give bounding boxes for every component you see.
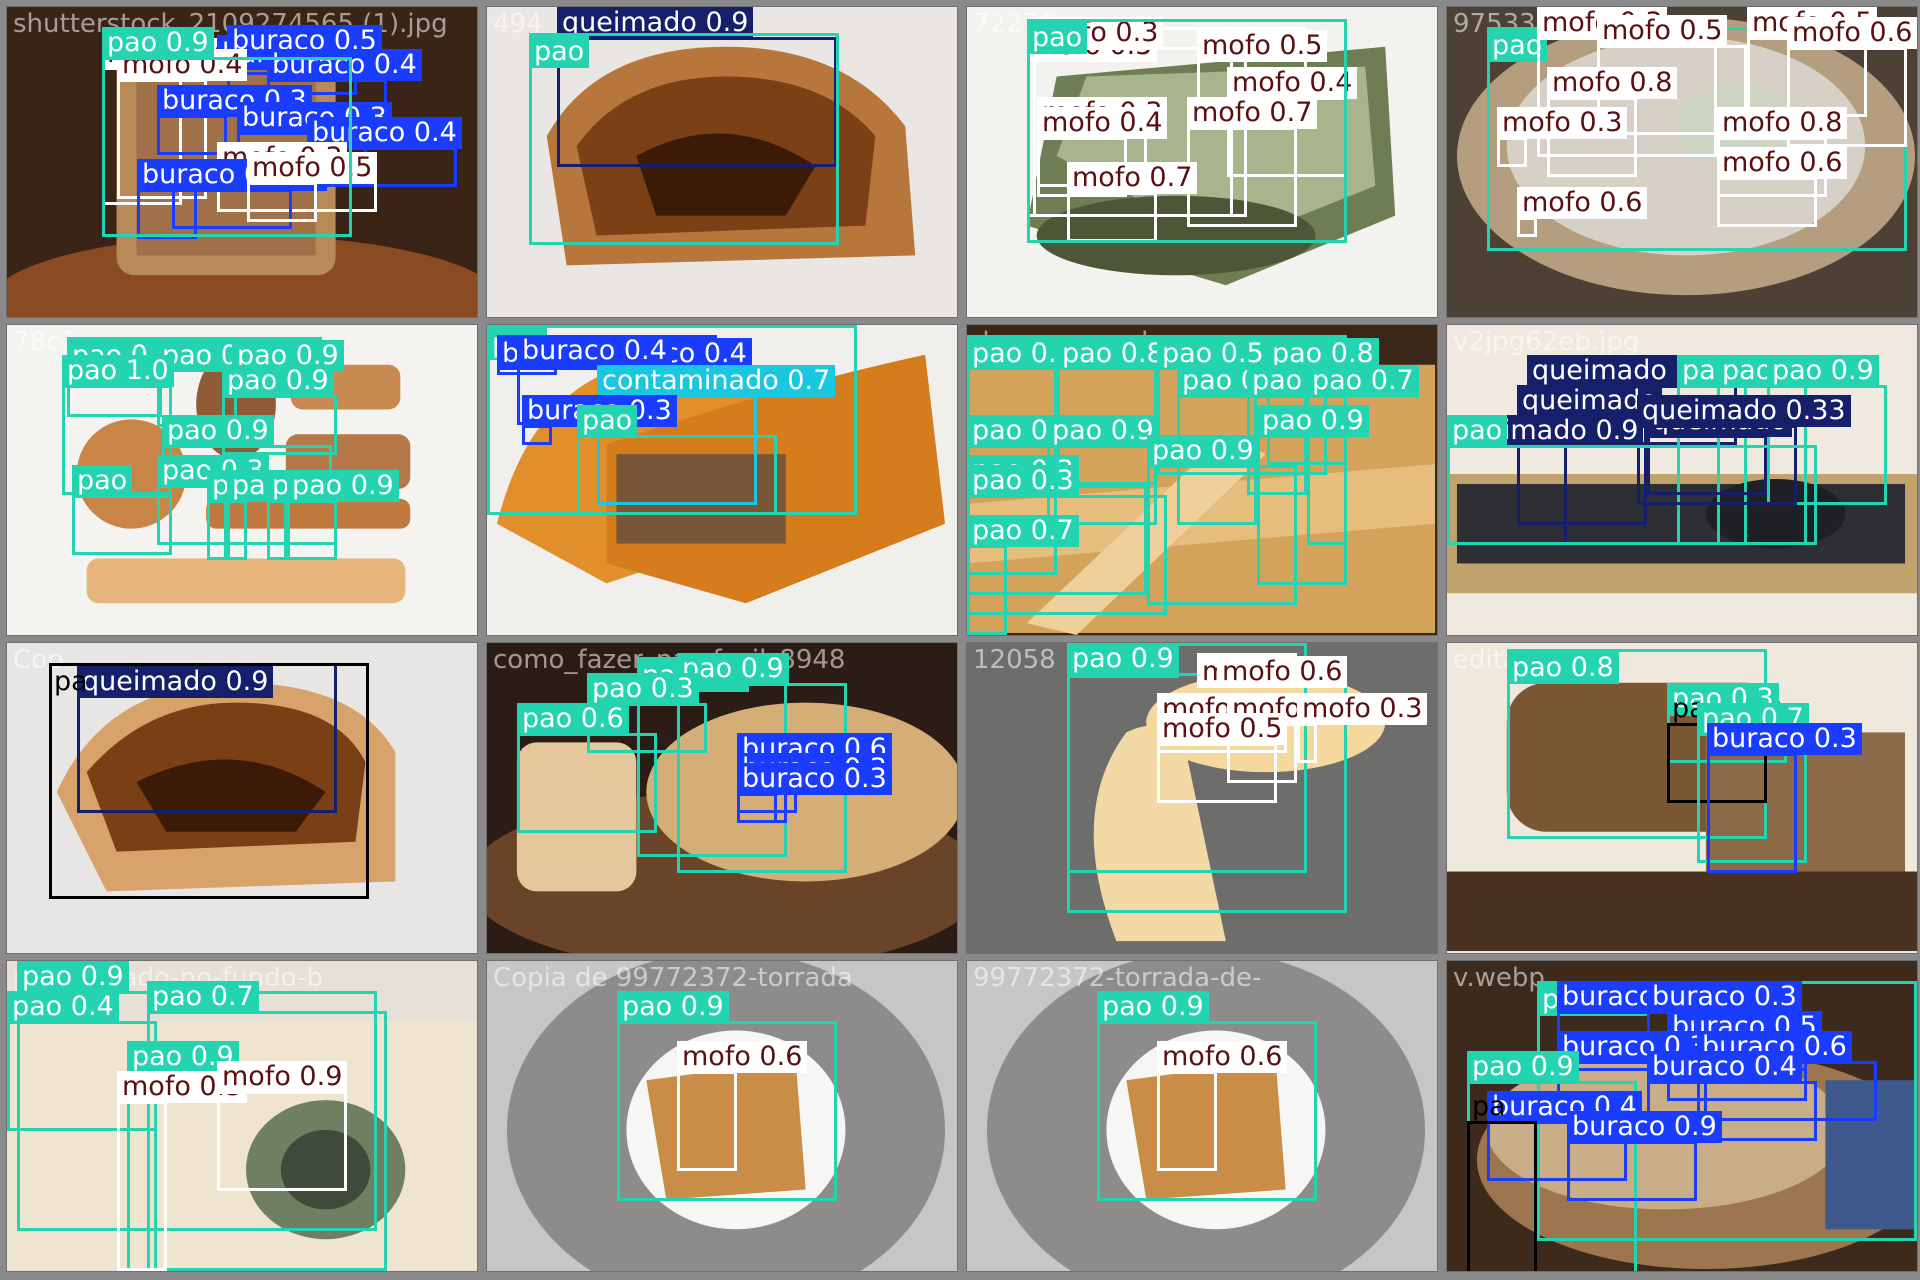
detection-label: pao: [72, 465, 133, 497]
mofo-detection-box: mofo 0.3: [117, 1071, 248, 1271]
detection-label: mofo 0.6: [677, 1041, 808, 1073]
detection-label: mofo 0.5: [1157, 713, 1288, 745]
detection-label: pao: [1247, 365, 1308, 397]
detection-label: pa: [1472, 1091, 1506, 1122]
pao-detection-box: pao 0.7: [967, 515, 1079, 635]
detection-label: pao 0.9: [287, 470, 399, 502]
detection-label: pao: [1027, 22, 1088, 54]
detection-label: pao 0.7: [147, 981, 259, 1013]
detection-label: mofo 0.9: [217, 1061, 348, 1093]
detection-label: mofo 0.3: [1297, 693, 1428, 725]
buraco-detection-box: buraco 0.3: [1707, 723, 1862, 873]
image-tile: 494 queimado 0.9 pao: [486, 6, 958, 318]
detection-label: mofo 0.6: [1217, 656, 1348, 688]
mofo-detection-box: mofo 0.6: [1717, 147, 1848, 227]
detection-label: mofo 0.8: [1547, 67, 1678, 99]
buraco-detection-box: buraco 0.9: [1567, 1111, 1722, 1201]
detection-label: pao 0.9: [102, 27, 214, 59]
mofo-detection-box: mofo 0.6: [1517, 187, 1648, 237]
pa-detection-box: pa: [49, 663, 369, 899]
detection-label: pao: [529, 36, 590, 68]
detection-label: pao 0.9: [222, 365, 334, 397]
detection-label: buraco 0.3: [1707, 723, 1862, 755]
detection-label: pao: [577, 405, 638, 437]
pao-detection-box: pao: [1447, 415, 1817, 545]
mofo-detection-box: mofo 0.6: [1157, 1041, 1288, 1171]
pao-detection-box: pao: [529, 33, 839, 245]
mofo-detection-box: mofo 0.3: [1297, 693, 1428, 763]
detection-results-grid: { "title": "", "classes": { "pao": "#24d…: [0, 0, 1920, 1280]
detection-label: buraco 0.9: [1567, 1111, 1722, 1143]
detection-label: mofo 0.6: [1157, 1041, 1288, 1073]
image-tile: de-marco-e-dpao 0.5pao 0.8pao 0.5pao 0.8…: [966, 324, 1438, 636]
detection-label: pao 0.9: [1097, 991, 1209, 1023]
detection-label: buraco 0.4: [1647, 1051, 1802, 1083]
detection-label: pao 0.9: [1767, 355, 1879, 387]
detection-label: pao 0.3: [587, 673, 699, 705]
mofo-detection-box: mofo 0.6: [677, 1041, 808, 1171]
detection-label: pao 1.0: [62, 355, 174, 387]
detection-label: mofo 0.8: [1717, 107, 1848, 139]
mofo-detection-box: mofo 0.6: [1217, 653, 1348, 688]
detection-label: pao 0.9: [1147, 435, 1259, 467]
detection-label: pao 0.9: [1047, 415, 1159, 447]
detection-label: mofo 0.3: [1497, 107, 1628, 139]
detection-label: pao 0.6: [517, 703, 629, 735]
pao-detection-box: pao: [72, 465, 172, 555]
image-tile: v.webppao 0.9buracoburaco 0.3buraco 0.5b…: [1446, 960, 1918, 1272]
pao-detection-box: pao 0.6: [227, 470, 339, 560]
detection-label: buraco 0.4: [517, 335, 672, 367]
detection-label: contaminado 0.7: [597, 365, 836, 397]
image-tile: pao-mofado-no-fundo-b pao 0.9 pao 0.4 pao 0…: [6, 960, 478, 1272]
mofo-detection-box: mofo 0.9: [217, 1061, 348, 1191]
image-tile: 78c1pao 0.9pao 0.9pao 0.9pao 1.0pao 0.9p…: [6, 324, 478, 636]
detection-label: pa: [54, 666, 88, 697]
image-tile: Cop queimado 0.9 pa: [6, 642, 478, 954]
buraco-detection-box: buraco 0.3: [522, 395, 677, 445]
detection-label: pao 0.9: [17, 961, 129, 993]
pao-detection-box: pao 0.5: [207, 470, 319, 560]
pao-detection-box: pao 0.9: [1147, 435, 1297, 605]
image-tile: Copia de 99772372-torrada pao 0.9 mofo 0.6: [486, 960, 958, 1272]
pao-detection-box: pao: [1027, 19, 1347, 243]
detection-label: pao 0.3: [967, 465, 1079, 497]
pao-detection-box: pao 0.9: [287, 470, 399, 560]
detection-label: pao 0.9: [617, 991, 729, 1023]
pao-detection-box: pao 0.6: [517, 703, 657, 833]
image-tile: jpgpaoburaco 0.4buraco 0.4buraco 0.4cont…: [486, 324, 958, 636]
image-tile: 99772372-torrada-de-pao 0.9 mofo 0.6: [966, 960, 1438, 1272]
detection-label: pao 0.9: [1467, 1051, 1579, 1083]
detection-label: buraco 0.3: [737, 763, 892, 795]
detection-label: queimado 0.33: [1637, 395, 1851, 427]
mofo-detection-box: mofo 0.3: [1497, 107, 1628, 167]
detection-label: pao 0.4: [7, 991, 119, 1023]
image-tile: shutterstock_2109274565 (1).jpgmofo 0.4b…: [6, 6, 478, 318]
pao-detection-box: pao 0.9: [102, 27, 352, 237]
detection-label: mofo 0.6: [1787, 17, 1917, 49]
detection-label: mofo 0.5: [1597, 15, 1728, 47]
image-tile: 72276mofo 0.5mofo 0.3mofo 0.5mofo 0.4mof…: [966, 6, 1438, 318]
buraco-detection-box: buraco 0.3: [737, 763, 892, 823]
detection-label: mofo 0.6: [1717, 147, 1848, 179]
image-tile: v2jpg62eb.jpgqueimado 0.9pao 0.8pao 0.9p…: [1446, 324, 1918, 636]
detection-label: mofo 0.6: [1517, 187, 1648, 219]
detection-label: buraco 0.3: [1647, 981, 1802, 1013]
image-tile: 9753309-paomofo 0.3mofo 0.5mofo 0.5mofo …: [1446, 6, 1918, 318]
pa-detection-box: pa: [1467, 1091, 1537, 1271]
pao-detection-box: pao 0.7: [267, 470, 379, 560]
detection-label: buraco: [1557, 981, 1661, 1013]
detection-label: pao 0.9: [1257, 405, 1369, 437]
detection-label: pao 0.9: [162, 415, 274, 447]
detection-label: pao 0.8: [1507, 652, 1619, 684]
image-tile: 12058pao 0.9pao 0.9mofo 0.7mofo 0.6mofom…: [966, 642, 1438, 954]
detection-label: pao 0.8: [1057, 338, 1169, 370]
pao-detection-box: pao: [577, 405, 777, 515]
detection-label: pao 0.7: [967, 515, 1079, 547]
image-tile: editado.wpao 0.8pao 0.3papao 0.7buraco 0…: [1446, 642, 1918, 954]
detection-label: pao: [1447, 415, 1508, 447]
image-tile: como_fazer_pao facil_8948pao 0.8pao 0.9p…: [486, 642, 958, 954]
detection-label: pao 0.7: [1307, 365, 1419, 397]
mofo-detection-box: mofo 0.5: [1157, 713, 1288, 803]
detection-label: pao 0.9: [1067, 643, 1179, 675]
